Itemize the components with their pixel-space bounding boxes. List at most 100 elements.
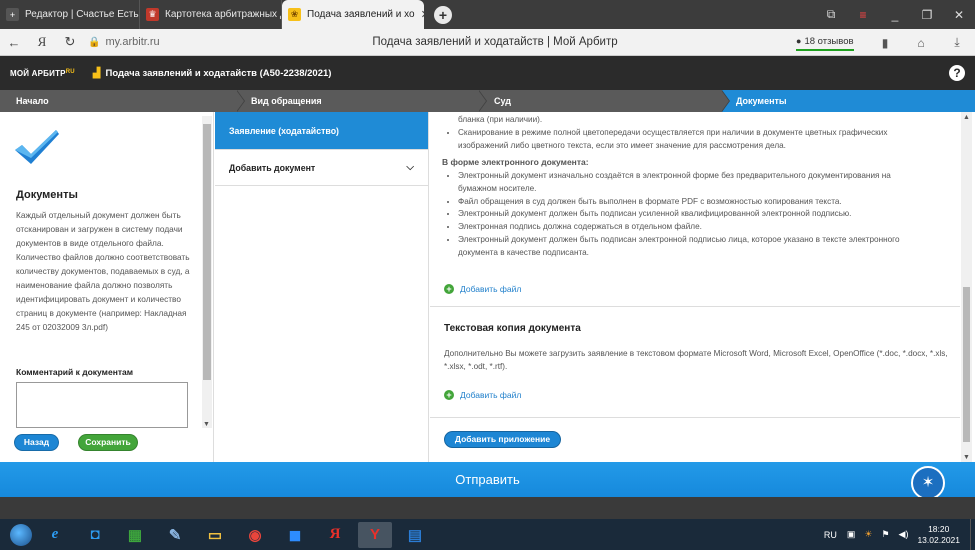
page-title: Подача заявлений и ходатайств | Мой Арби… <box>372 36 618 48</box>
back-button[interactable]: Назад <box>14 434 59 451</box>
add-file-label: Добавить файл <box>460 284 522 294</box>
page-footer <box>0 497 975 519</box>
step-court[interactable]: Суд <box>494 90 511 112</box>
site-logo[interactable]: МОЙ АРБИТРRU <box>10 69 75 78</box>
address-bar: ← Я ↻ 🔒 my.arbitr.ru Подача заявлений и … <box>0 29 975 56</box>
tray-app-icon[interactable]: ▣ <box>847 529 856 540</box>
excel-icon[interactable]: ▦ <box>118 522 152 548</box>
sidebar-scrollbar[interactable]: ▼ <box>202 116 212 428</box>
plus-circle-icon: + <box>444 284 454 294</box>
scroll-down-icon[interactable]: ▼ <box>203 421 210 428</box>
scroll-up-icon[interactable]: ▲ <box>963 114 970 121</box>
add-attachment-button[interactable]: Добавить приложение <box>444 431 561 448</box>
scan-rules: бланка (при наличии). Сканирование в реж… <box>430 114 950 152</box>
rule-text: Сканирование в режиме полной цветопереда… <box>458 127 950 153</box>
clock-time: 18:20 <box>928 523 950 534</box>
plus-circle-icon: + <box>444 390 454 400</box>
step-documents[interactable]: Документы <box>722 90 975 112</box>
bookmark-icon[interactable]: ▮ <box>867 36 903 50</box>
extensions-icon[interactable]: ⌂ <box>903 36 939 50</box>
system-tray: RU ▣ ☀ ⚑ ◀) 18:20 13.02.2021 <box>824 519 975 550</box>
step-separator-icon <box>478 90 487 112</box>
submit-bar[interactable]: Отправить <box>0 462 975 497</box>
reviews-count: 18 отзывов <box>804 35 854 47</box>
clock-date: 13.02.2021 <box>917 534 960 545</box>
content-scrollbar[interactable]: ▲ ▼ <box>961 112 972 462</box>
download-icon[interactable]: ⤓ <box>939 35 975 50</box>
url-field[interactable]: 🔒 my.arbitr.ru <box>88 36 160 48</box>
back-arrow-icon[interactable]: ← <box>0 35 28 50</box>
close-window-icon[interactable]: ✕ <box>943 8 975 22</box>
doc-item-application[interactable]: Заявление (ходатайство) <box>215 112 428 150</box>
browser-tab-bar: + Редактор | Счастье Есть! ♛ Картотека а… <box>0 0 975 29</box>
minimize-icon[interactable]: _ <box>879 8 911 22</box>
tab-label: Подача заявлений и хо <box>307 9 415 20</box>
reload-icon[interactable]: ↻ <box>56 34 84 50</box>
windows-taskbar: e ◘ ▦ ✎ ▭ ◉ ◼ Я Y ▤ RU ▣ ☀ ⚑ ◀) 18:20 13… <box>0 519 975 550</box>
add-file-button[interactable]: + Добавить файл <box>444 282 521 296</box>
divider <box>430 306 960 307</box>
explorer-icon[interactable]: ▭ <box>198 522 232 548</box>
restore-icon[interactable]: ❐ <box>911 8 943 22</box>
submit-button[interactable]: Отправить <box>0 462 975 497</box>
myarbitr-favicon-icon: ❀ <box>288 8 301 21</box>
save-button[interactable]: Сохранить <box>78 434 138 451</box>
tray-weather-icon[interactable]: ☀ <box>864 529 872 540</box>
add-file-label: Добавить файл <box>460 390 522 400</box>
tab-label: Редактор | Счастье Есть! <box>25 9 140 20</box>
step-start[interactable]: Начало <box>16 90 49 112</box>
ie-icon[interactable]: e <box>38 522 72 548</box>
scrollbar-thumb[interactable] <box>963 287 970 442</box>
case-title: Подача заявлений и ходатайств (А50-2238/… <box>105 67 332 79</box>
volume-icon[interactable]: ◀) <box>899 529 909 540</box>
yandex-browser-icon[interactable]: Y <box>358 521 392 548</box>
address-bar-actions: ▮ ⌂ ⤓ <box>867 29 975 56</box>
rule-text: Электронный документ должен быть подписа… <box>458 208 950 221</box>
reviews-badge[interactable]: ● 18 отзывов <box>796 33 854 51</box>
new-tab-icon[interactable]: + <box>434 5 452 24</box>
media-player-icon[interactable]: ◘ <box>78 522 112 548</box>
text-copy-heading: Текстовая копия документа <box>444 323 581 334</box>
paint-icon[interactable]: ✎ <box>158 522 192 548</box>
chrome-icon[interactable]: ◉ <box>238 522 272 548</box>
site-header: МОЙ АРБИТРRU ▟ Подача заявлений и ходата… <box>0 56 975 90</box>
step-separator-icon <box>236 90 245 112</box>
tab-kartoteka[interactable]: ♛ Картотека арбитражных д <box>140 0 282 29</box>
scrollbar-thumb[interactable] <box>203 124 211 380</box>
tab-editor[interactable]: + Редактор | Счастье Есть! <box>0 0 140 29</box>
bookmarks-icon[interactable]: ⧉ <box>815 7 847 22</box>
divider <box>430 417 960 418</box>
rule-text: Электронная подпись должна содержаться в… <box>458 221 950 234</box>
comment-bubble-icon: ● <box>796 36 802 46</box>
sidebar-description: Каждый отдельный документ должен быть от… <box>16 210 190 332</box>
comment-textarea[interactable] <box>16 382 188 428</box>
flag-icon[interactable]: ⚑ <box>881 529 889 540</box>
rule-text: Электронный документ изначально создаётс… <box>458 170 950 196</box>
step-appeal-type[interactable]: Вид обращения <box>251 90 322 112</box>
lock-icon: 🔒 <box>88 36 101 48</box>
plus-favicon-icon: + <box>6 8 19 21</box>
yandex-app-icon[interactable]: Я <box>318 522 352 548</box>
add-file-button-2[interactable]: + Добавить файл <box>444 388 521 402</box>
scroll-down-icon[interactable]: ▼ <box>963 454 970 461</box>
document-content: бланка (при наличии). Сканирование в реж… <box>430 112 960 462</box>
documents-sidebar: Документы Каждый отдельный документ долж… <box>0 112 214 462</box>
help-icon[interactable]: ? <box>949 65 965 81</box>
start-icon[interactable] <box>10 523 32 546</box>
menu-icon[interactable]: ≡ <box>847 8 879 22</box>
window-controls: ⧉ ≡ _ ❐ ✕ <box>815 0 975 29</box>
language-indicator[interactable]: RU <box>824 530 837 540</box>
word-icon[interactable]: ▤ <box>398 522 432 548</box>
close-tab-icon[interactable]: ✕ <box>421 8 424 21</box>
clock[interactable]: 18:20 13.02.2021 <box>917 524 960 546</box>
rule-text: Электронный документ должен быть подписа… <box>458 234 950 260</box>
electronic-rules: Электронный документ изначально создаётс… <box>430 170 950 260</box>
add-document-item[interactable]: Добавить документ ⌵ <box>215 150 428 186</box>
chevron-down-icon[interactable]: ⌵ <box>406 150 414 186</box>
rule-text: бланка (при наличии). <box>458 115 543 124</box>
yandex-icon[interactable]: Я <box>28 34 56 50</box>
tab-podacha[interactable]: ❀ Подача заявлений и хо ✕ <box>282 0 424 29</box>
emblem-icon[interactable]: ✶ <box>911 466 945 500</box>
show-desktop-button[interactable] <box>970 519 975 550</box>
zoom-icon[interactable]: ◼ <box>278 522 312 548</box>
